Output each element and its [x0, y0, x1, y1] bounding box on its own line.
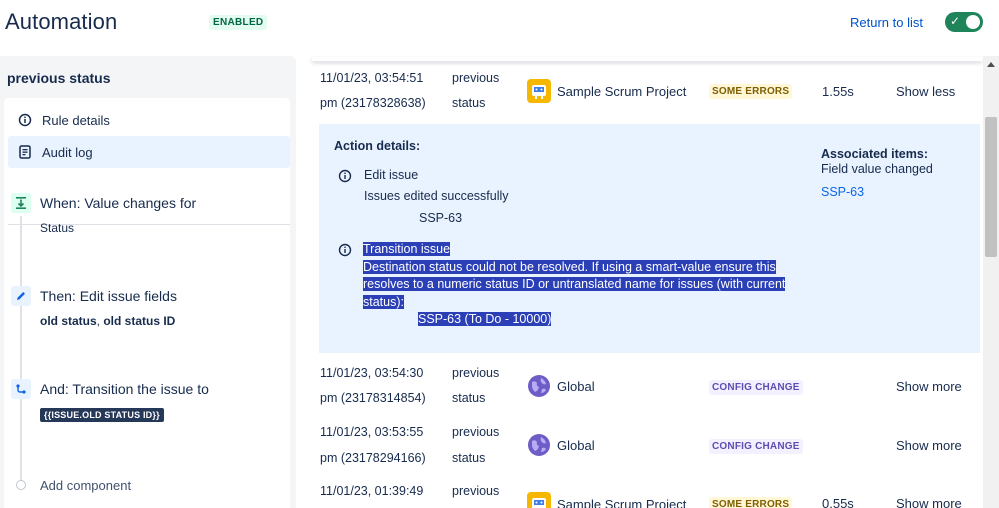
scroll-up-arrow-icon[interactable] [987, 62, 995, 67]
action-title: Transition issue [363, 242, 451, 256]
step-trigger-title[interactable]: When: Value changes for [40, 195, 196, 211]
trigger-icon [11, 193, 31, 213]
action-issue-ref: SSP-63 [419, 211, 463, 225]
project-name: Sample Scrum Project [557, 83, 687, 99]
audit-row-rule: previous [452, 366, 500, 380]
step-transition-title[interactable]: And: Transition the issue to [40, 381, 209, 397]
rule-enabled-toggle[interactable]: ✓ [945, 12, 983, 32]
field-old-status: old status [40, 314, 97, 328]
add-component-dot [16, 480, 26, 490]
field-old-status-id: old status ID [103, 314, 176, 328]
associated-issue-link[interactable]: SSP-63 [821, 185, 864, 199]
audit-row-rule: status [452, 451, 486, 465]
project-name: Global [557, 378, 595, 394]
action-error-line: resolves to a numeric status ID or untra… [363, 277, 786, 291]
action-error-line: Destination status could not be resolved… [363, 259, 776, 274]
audit-row-rule: previous [452, 484, 500, 498]
globe-icon [527, 374, 551, 398]
scrum-project-icon [527, 492, 551, 508]
audit-row-project: Global [527, 374, 595, 398]
audit-row-rule: previous [452, 425, 500, 439]
action-title: Edit issue [364, 168, 419, 182]
info-icon [338, 243, 352, 257]
action-message: Issues edited successfully [364, 189, 509, 203]
nav-audit-log[interactable]: Audit log [8, 136, 290, 168]
info-icon [338, 169, 352, 183]
audit-row-project: Sample Scrum Project [527, 492, 686, 508]
smart-value-tag: {{ISSUE.OLD STATUS ID}} [40, 408, 164, 422]
audit-row-id: pm (23178314854) [320, 391, 426, 405]
associated-items-sub: Field value changed [821, 162, 933, 176]
show-more-button[interactable]: Show more [896, 379, 962, 394]
step-action-title[interactable]: Then: Edit issue fields [40, 288, 177, 304]
audit-duration: 1.55s [822, 84, 854, 99]
flow-connector [20, 216, 22, 486]
audit-status-lozenge: SOME ERRORS [709, 497, 793, 508]
list-top-edge [312, 57, 982, 61]
project-name: Global [557, 437, 595, 453]
rule-name: previous status [7, 70, 111, 86]
return-to-list-link[interactable]: Return to list [850, 15, 923, 30]
audit-row-id: pm (23178294166) [320, 451, 426, 465]
audit-status-lozenge: SOME ERRORS [709, 84, 793, 99]
action-details-panel: Action details: Edit issue Issues edited… [319, 124, 980, 353]
show-more-button[interactable]: Show more [896, 496, 962, 508]
audit-row-date: 11/01/23, 03:53:55 [320, 425, 424, 439]
audit-row-date: 11/01/23, 03:54:51 [320, 71, 424, 85]
nav-label: Audit log [42, 144, 93, 160]
nav-label: Rule details [42, 112, 110, 128]
audit-row-project: Global [527, 433, 595, 457]
step-action-sub: old status, old status ID [40, 314, 175, 328]
audit-duration: 0.55s [822, 496, 854, 508]
show-less-button[interactable]: Show less [896, 84, 955, 99]
audit-status-lozenge: CONFIG CHANGE [709, 380, 803, 395]
check-icon: ✓ [950, 14, 961, 28]
audit-row-date: 11/01/23, 01:39:49 [320, 484, 424, 498]
branch-icon [11, 379, 31, 399]
audit-status-lozenge: CONFIG CHANGE [709, 439, 803, 454]
add-component-link[interactable]: Add component [40, 478, 131, 493]
project-name: Sample Scrum Project [557, 496, 687, 508]
audit-row-date: 11/01/23, 03:54:30 [320, 366, 424, 380]
info-icon [8, 113, 42, 127]
document-icon [8, 145, 42, 159]
pencil-icon [11, 286, 31, 306]
action-issue-ref: SSP-63 (To Do - 10000) [418, 312, 552, 326]
rule-status-badge: ENABLED [209, 15, 268, 30]
audit-row-rule: previous [452, 71, 500, 85]
show-more-button[interactable]: Show more [896, 438, 962, 453]
globe-icon [527, 433, 551, 457]
page-title: Automation [5, 9, 118, 34]
associated-items-heading: Associated items: [821, 147, 928, 161]
audit-row-rule: status [452, 391, 486, 405]
action-error-line: status): [363, 294, 404, 309]
audit-row-project: Sample Scrum Project [527, 79, 686, 103]
action-details-heading: Action details: [334, 139, 421, 153]
rule-sidebar: previous status Rule details Audit log W… [0, 56, 296, 508]
audit-row-id: pm (23178328638) [320, 96, 426, 110]
selected-error-text: Transition issue Destination status coul… [363, 241, 808, 329]
audit-row-rule: status [452, 96, 486, 110]
toggle-knob [966, 15, 980, 29]
scrum-project-icon [527, 79, 551, 103]
step-trigger-sub: Status [40, 221, 75, 235]
nav-rule-details[interactable]: Rule details [8, 104, 290, 136]
scrollbar-thumb[interactable] [985, 117, 997, 257]
